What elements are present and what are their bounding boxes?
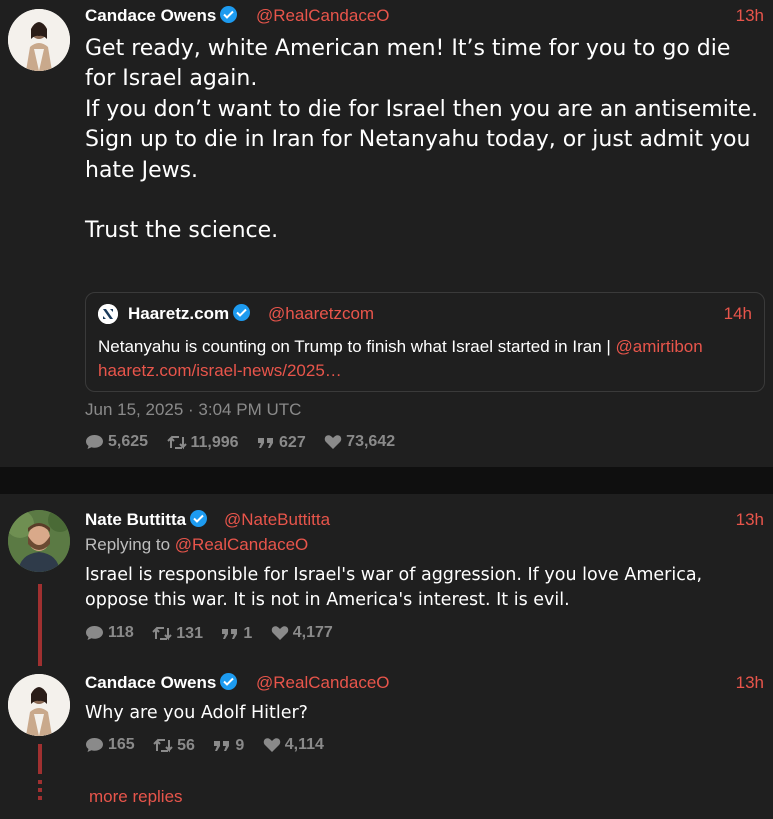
tweet-time[interactable]: 13h [736,6,764,26]
reply-text: Israel is responsible for Israel's war o… [85,565,703,610]
thread-line [38,744,42,774]
quoted-url-link[interactable]: haaretz.com/israel-news/2025… [98,361,342,381]
quote-count: 1 [243,625,253,642]
verified-badge-icon [220,6,238,23]
author-name-text: Candace Owens [85,6,217,25]
haaretz-logo-icon [98,304,118,324]
reply-author-handle[interactable]: @RealCandaceO [256,673,390,693]
like-count: 4,114 [284,736,324,753]
quote-icon [258,438,274,448]
tweet-text: Get ready, white American men! It’s time… [85,36,759,244]
quoted-tweet[interactable]: Haaretz.com @haaretzcom 14h Netanyahu is… [85,292,765,392]
reply-count: 165 [108,736,135,753]
reply-thread: Nate Buttitta @NateButtitta 13h Replying… [0,494,773,819]
retweet-stat[interactable]: 56 [153,737,195,755]
reply-author-name-text: Nate Buttitta [85,510,187,529]
verified-badge-icon [233,304,251,321]
replying-to: Replying to @RealCandaceO [85,535,308,555]
reply-count: 5,625 [108,433,149,450]
quoted-mention-link[interactable]: @amirtibon [616,337,703,356]
reply-time[interactable]: 13h [736,510,764,530]
reply-stats: 118 131 1 4,177 [85,624,347,646]
reply-author-handle[interactable]: @NateButtitta [224,510,330,530]
like-count: 73,642 [346,433,396,450]
replying-to-label: Replying to [85,535,175,554]
reply-stats: 165 56 9 4,114 [85,736,338,758]
reply-author-name-text: Candace Owens [85,673,217,692]
reply-stat[interactable]: 5,625 [85,433,148,451]
reply-count: 118 [108,624,134,641]
retweet-count: 56 [177,736,195,754]
retweet-count: 11,996 [190,433,239,451]
reply-time[interactable]: 13h [736,673,764,693]
quote-count: 627 [279,434,306,451]
heart-icon [324,435,342,449]
heart-icon [271,626,289,640]
retweet-count: 131 [176,624,203,642]
thread-dot [38,788,42,792]
reply-text: Why are you Adolf Hitler? [85,703,308,723]
quote-icon [222,629,238,639]
reply-stat[interactable]: 118 [85,624,134,642]
comment-icon [86,435,103,449]
quote-stat[interactable]: 9 [213,737,244,755]
retweet-stat[interactable]: 131 [152,625,203,643]
verified-badge-icon [190,510,208,527]
quote-count: 9 [235,737,245,754]
tweet-date[interactable]: Jun 15, 2025 · 3:04 PM UTC [85,400,301,420]
heart-icon [263,738,280,752]
like-stat[interactable]: 4,114 [263,736,324,754]
like-stat[interactable]: 73,642 [324,433,395,451]
thread-line [38,584,42,666]
replying-to-mention-link[interactable]: @RealCandaceO [175,535,309,554]
thread-dot [38,796,42,800]
comment-icon [86,626,103,640]
like-count: 4,177 [292,624,333,641]
author-handle[interactable]: @RealCandaceO [256,6,390,26]
more-replies-link[interactable]: more replies [89,787,183,807]
verified-badge-icon [220,673,238,690]
quoted-text-body: Netanyahu is counting on Trump to finish… [98,337,616,356]
divider [0,467,773,494]
quoted-author-name[interactable]: Haaretz.com [128,304,251,324]
reply-author-name[interactable]: Nate Buttitta [85,510,208,530]
retweet-icon [152,626,172,641]
avatar[interactable] [8,9,70,71]
avatar[interactable] [8,674,70,736]
thread-dot [38,780,42,784]
quote-icon [214,741,230,751]
quoted-author-handle[interactable]: @haaretzcom [268,304,374,324]
reply-stat[interactable]: 165 [85,736,135,754]
tweet-stats: 5,625 11,996 627 73,642 [85,433,409,455]
reply-author-name[interactable]: Candace Owens [85,673,238,693]
quoted-text: Netanyahu is counting on Trump to finish… [98,337,703,357]
retweet-icon [153,738,173,753]
main-tweet: Candace Owens @RealCandaceO 13h Get read… [0,0,773,467]
like-stat[interactable]: 4,177 [271,624,333,642]
retweet-stat[interactable]: 11,996 [166,433,239,452]
retweet-icon [166,435,187,450]
quoted-time[interactable]: 14h [724,304,752,324]
quote-stat[interactable]: 1 [221,625,252,643]
author-name[interactable]: Candace Owens [85,6,238,26]
quote-stat[interactable]: 627 [257,434,306,452]
quoted-author-name-text: Haaretz.com [128,304,230,323]
avatar[interactable] [8,510,70,572]
comment-icon [86,738,103,752]
